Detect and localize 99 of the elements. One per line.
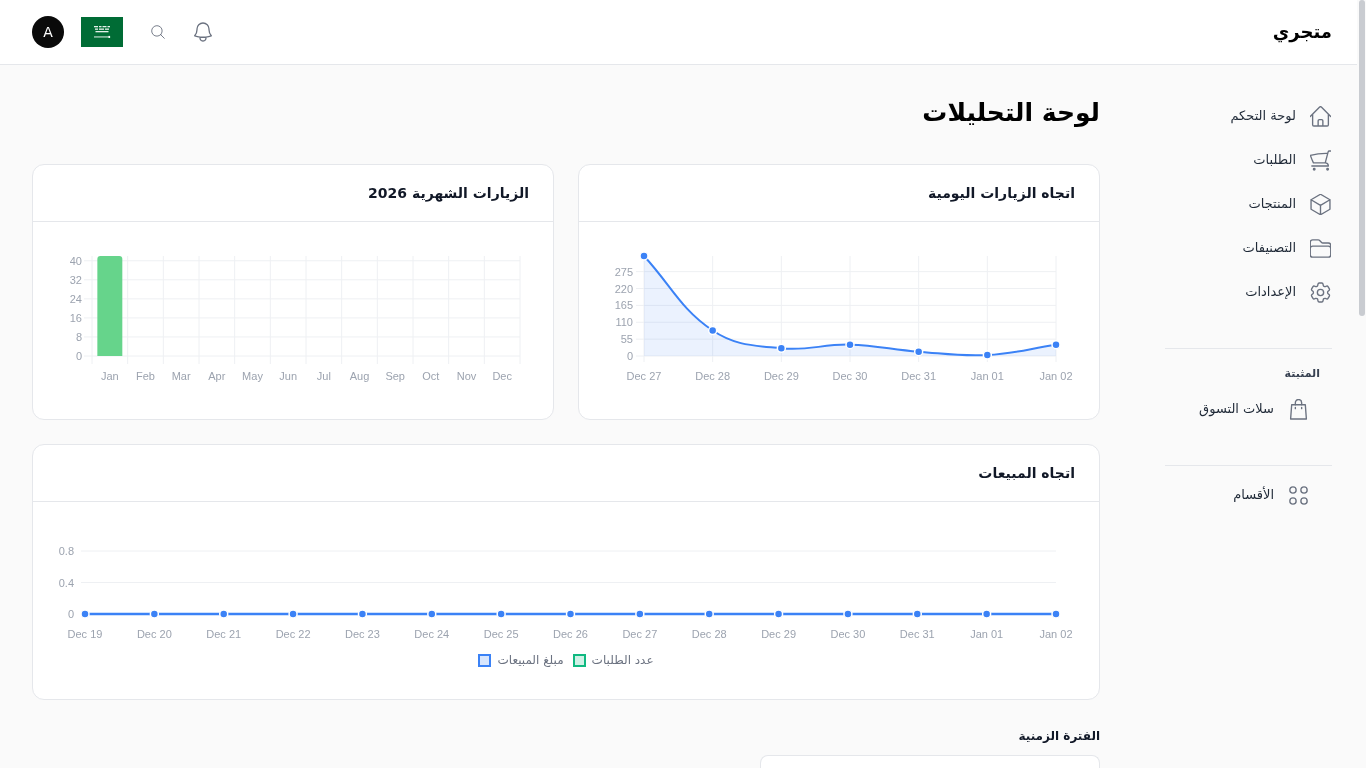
axis-label: Sep bbox=[385, 370, 405, 382]
legend-label: مبلغ المبيعات bbox=[497, 652, 564, 668]
data-point bbox=[773, 609, 784, 619]
grid-icon bbox=[1288, 484, 1309, 506]
avatar-button[interactable]: A bbox=[32, 16, 64, 48]
search-icon[interactable] bbox=[151, 25, 165, 39]
axis-label: Dec 29 bbox=[763, 370, 799, 382]
axis-label: Apr bbox=[208, 370, 226, 382]
nav-link[interactable]: التصنيفات bbox=[1165, 226, 1332, 270]
axis-label: Dec bbox=[492, 370, 512, 382]
settings-icon bbox=[1310, 281, 1331, 303]
axis-label: Dec 30 bbox=[832, 370, 868, 382]
axis-label: 0 bbox=[67, 608, 74, 620]
scrollbar-thumb[interactable] bbox=[1358, 0, 1365, 316]
nav-link[interactable]: لوحة التحكم bbox=[1165, 94, 1332, 138]
data-point bbox=[218, 609, 229, 619]
data-point bbox=[288, 609, 298, 619]
data-point bbox=[707, 325, 718, 336]
data-point bbox=[982, 350, 993, 360]
axis-label: 165 bbox=[614, 299, 633, 312]
data-point bbox=[912, 609, 923, 619]
axis-label: Jul bbox=[316, 370, 331, 382]
data-point bbox=[704, 609, 714, 619]
axis-label: Dec 26 bbox=[553, 628, 588, 640]
folder-icon bbox=[1310, 237, 1331, 259]
axis-label: Dec 27 bbox=[622, 628, 658, 640]
axis-label: Dec 28 bbox=[691, 628, 727, 640]
axis-label: Dec 22 bbox=[275, 628, 311, 640]
axis-label: Jan 02 bbox=[1039, 628, 1073, 640]
axis-label: 0 bbox=[626, 350, 633, 362]
section-heading: المثبتة bbox=[1283, 366, 1321, 382]
axis-label: Dec 31 bbox=[901, 370, 937, 382]
nav-link[interactable]: الطلبات bbox=[1165, 138, 1332, 182]
data-point bbox=[149, 609, 160, 619]
axis-label: 32 bbox=[69, 273, 82, 286]
logo-text[interactable]: متجري bbox=[1272, 23, 1332, 41]
home-icon bbox=[1310, 105, 1331, 127]
data-point bbox=[496, 609, 506, 619]
flag-icon[interactable] bbox=[81, 17, 123, 47]
shopping-bag-icon bbox=[1288, 398, 1309, 420]
data-point bbox=[80, 609, 90, 619]
legend-label: عدد الطلبات bbox=[591, 652, 654, 668]
axis-label: Dec 31 bbox=[899, 628, 935, 640]
axis-label: Jan 02 bbox=[1039, 370, 1073, 382]
axis-label: 40 bbox=[69, 254, 82, 267]
data-point bbox=[357, 609, 368, 619]
data-point bbox=[913, 346, 924, 357]
cart-icon bbox=[1310, 149, 1331, 171]
axis-label: 8 bbox=[75, 330, 82, 343]
axis-label: 275 bbox=[614, 265, 633, 278]
cube-icon bbox=[1310, 193, 1331, 215]
axis-label: 55 bbox=[620, 333, 633, 346]
axis-label: Dec 24 bbox=[414, 628, 450, 640]
axis-label: 0 bbox=[75, 350, 82, 362]
data-point bbox=[845, 339, 855, 350]
nav-link[interactable]: المنتجات bbox=[1165, 182, 1332, 226]
axis-label: Aug bbox=[349, 370, 370, 382]
data-point bbox=[427, 609, 437, 619]
nav-link[interactable]: سلات التسوق bbox=[1165, 387, 1332, 431]
nav-link[interactable]: الإعدادات bbox=[1165, 270, 1332, 314]
axis-label: Jan bbox=[100, 370, 119, 382]
axis-label: Oct bbox=[422, 370, 440, 382]
axis-label: Dec 21 bbox=[206, 628, 242, 640]
data-point bbox=[843, 609, 853, 619]
axis-label: Dec 19 bbox=[67, 628, 103, 640]
data-point bbox=[565, 609, 576, 619]
bell-icon[interactable] bbox=[193, 22, 213, 42]
axis-label: Nov bbox=[456, 370, 477, 382]
axis-label: 0.4 bbox=[58, 576, 74, 589]
axis-label: Jan 01 bbox=[970, 370, 1004, 382]
data-point bbox=[635, 609, 645, 619]
axis-label: Mar bbox=[171, 370, 191, 382]
nav-link[interactable]: الأقسام bbox=[1165, 473, 1332, 517]
axis-label: 110 bbox=[615, 316, 633, 329]
axis-label: 220 bbox=[614, 282, 633, 295]
axis-label: Dec 28 bbox=[695, 370, 731, 382]
axis-label: Dec 29 bbox=[761, 628, 796, 640]
axis-label: Dec 25 bbox=[483, 628, 519, 640]
data-point bbox=[1051, 609, 1061, 619]
card-title: الزيارات الشهرية 2026 bbox=[368, 183, 529, 204]
axis-label: Jan 01 bbox=[970, 628, 1004, 640]
data-point bbox=[776, 343, 787, 354]
axis-label: May bbox=[242, 370, 263, 382]
axis-label: 24 bbox=[69, 292, 82, 305]
card-title: اتجاه الزيارات اليومية bbox=[927, 183, 1075, 204]
axis-label: Dec 20 bbox=[136, 628, 172, 640]
field-label: الفترة الزمنية bbox=[1017, 728, 1100, 745]
axis-label: Dec 23 bbox=[345, 628, 380, 640]
data-point bbox=[639, 251, 649, 261]
axis-label: 16 bbox=[69, 311, 82, 324]
data-point bbox=[1051, 339, 1061, 350]
page-title: لوحة التحليلات bbox=[921, 97, 1100, 129]
card-title: اتجاه المبيعات bbox=[978, 463, 1075, 483]
axis-label: Dec 30 bbox=[830, 628, 866, 640]
axis-label: 0.8 bbox=[58, 545, 74, 557]
axis-label: Dec 27 bbox=[626, 370, 662, 382]
axis-label: Feb bbox=[136, 370, 155, 382]
axis-label: Jun bbox=[279, 370, 298, 382]
data-point bbox=[981, 609, 992, 619]
